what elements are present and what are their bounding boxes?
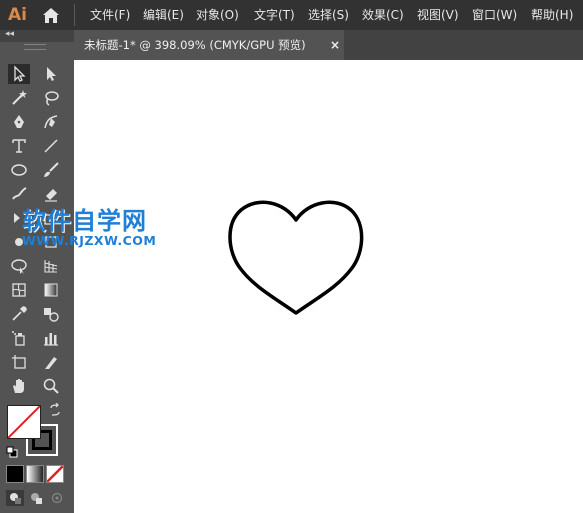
fill-color-swatch[interactable] (7, 405, 41, 439)
zoom-tool-icon[interactable] (40, 376, 62, 396)
none-mode-button[interactable] (46, 465, 64, 483)
pen-tool-icon[interactable] (8, 112, 30, 132)
gradient-mode-button[interactable] (26, 465, 44, 483)
artboard-canvas[interactable] (74, 60, 583, 513)
perspective-grid-tool-icon[interactable] (40, 256, 62, 276)
draw-behind-icon[interactable] (27, 490, 45, 506)
gradient-tool-icon[interactable] (40, 280, 62, 300)
magic-wand-tool-icon[interactable] (8, 88, 30, 108)
menu-object[interactable]: 对象(O) (196, 7, 239, 23)
menu-file[interactable]: 文件(F) (90, 7, 130, 23)
menu-separator (74, 4, 75, 26)
draw-inside-icon[interactable] (48, 490, 66, 506)
symbol-sprayer-tool-icon[interactable] (8, 328, 30, 348)
heart-shape[interactable] (74, 60, 583, 513)
document-tab-title: 未标题-1* @ 398.09% (CMYK/GPU 预览) (84, 38, 306, 52)
document-tab-strip: 未标题-1* @ 398.09% (CMYK/GPU 预览) × (74, 30, 583, 60)
menu-type[interactable]: 文字(T) (254, 7, 295, 23)
menu-bar: Ai 文件(F) 编辑(E) 对象(O) 文字(T) 选择(S) 效果(C) 视… (0, 0, 583, 30)
menu-edit[interactable]: 编辑(E) (143, 7, 184, 23)
tools-panel-header: ◂◂ (0, 29, 74, 42)
type-tool-icon[interactable] (8, 136, 30, 156)
watermark-title: 软件自学网 (22, 207, 147, 235)
collapse-icon[interactable]: ◂◂ (5, 29, 14, 39)
paintbrush-tool-icon[interactable] (40, 160, 62, 180)
line-segment-tool-icon[interactable] (40, 136, 62, 156)
menu-effect[interactable]: 效果(C) (362, 7, 404, 23)
app-logo: Ai (8, 5, 27, 25)
hand-tool-icon[interactable] (8, 376, 30, 396)
draw-normal-icon[interactable] (6, 490, 24, 506)
document-tab[interactable]: 未标题-1* @ 398.09% (CMYK/GPU 预览) × (74, 30, 344, 60)
menu-view[interactable]: 视图(V) (417, 7, 459, 23)
curvature-tool-icon[interactable] (40, 112, 62, 132)
eyedropper-tool-icon[interactable] (8, 304, 30, 324)
lasso-tool-icon[interactable] (40, 88, 62, 108)
blend-tool-icon[interactable] (40, 304, 62, 324)
slice-tool-icon[interactable] (40, 352, 62, 372)
menu-select[interactable]: 选择(S) (308, 7, 349, 23)
artboard-tool-icon[interactable] (8, 352, 30, 372)
selection-tool-icon[interactable] (8, 64, 30, 84)
color-mode-button[interactable] (6, 465, 24, 483)
direct-selection-tool-icon[interactable] (40, 64, 62, 84)
mesh-tool-icon[interactable] (8, 280, 30, 300)
column-graph-tool-icon[interactable] (40, 328, 62, 348)
menu-help[interactable]: 帮助(H) (531, 7, 573, 23)
close-icon[interactable]: × (330, 30, 340, 60)
home-icon[interactable] (41, 6, 61, 24)
watermark-url: WWW.RJZXW.COM (22, 233, 157, 248)
panel-grip[interactable] (24, 44, 46, 50)
shape-builder-tool-icon[interactable] (8, 256, 30, 276)
ellipse-tool-icon[interactable] (8, 160, 30, 180)
none-color-slash-icon (8, 406, 40, 438)
default-fill-stroke-icon[interactable] (6, 446, 18, 458)
swap-fill-stroke-icon[interactable] (48, 403, 62, 417)
menu-window[interactable]: 窗口(W) (472, 7, 517, 23)
